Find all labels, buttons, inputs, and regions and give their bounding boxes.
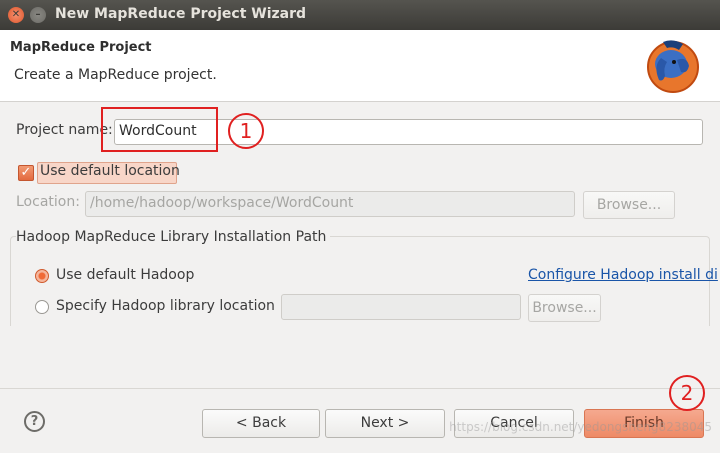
location-label: Location: [16, 194, 80, 210]
help-icon[interactable]: ? [24, 411, 45, 432]
hadoop-library-group-title: Hadoop MapReduce Library Installation Pa… [16, 229, 331, 245]
location-input[interactable]: /home/hadoop/workspace/WordCount [85, 191, 575, 217]
annotation-marker-2: 2 [669, 375, 705, 411]
location-browse-button[interactable]: Browse... [583, 191, 675, 219]
hadoop-elephant-logo-icon [647, 40, 699, 93]
use-default-location-checkbox[interactable]: ✓ [18, 165, 34, 181]
annotation-marker-1: 1 [228, 113, 264, 149]
use-default-hadoop-radio[interactable] [35, 269, 49, 283]
minimize-icon[interactable]: – [30, 7, 46, 23]
use-default-hadoop-label[interactable]: Use default Hadoop [56, 267, 194, 283]
window-title: New MapReduce Project Wizard [55, 6, 307, 22]
project-name-label: Project name: [16, 122, 113, 138]
specify-hadoop-location-radio[interactable] [35, 300, 49, 314]
use-default-location-label[interactable]: Use default location [40, 163, 180, 179]
next-button[interactable]: Next > [325, 409, 445, 438]
close-icon[interactable]: ✕ [8, 7, 24, 23]
watermark: https://blog.csdn.net/yedongsheng8238045 [449, 420, 712, 434]
wizard-header: MapReduce Project Create a MapReduce pro… [0, 30, 720, 102]
hadoop-location-browse-button[interactable]: Browse... [528, 294, 601, 322]
specify-hadoop-location-label[interactable]: Specify Hadoop library location [56, 298, 275, 314]
page-title: MapReduce Project [10, 40, 152, 55]
window-titlebar: ✕ – New MapReduce Project Wizard [0, 0, 720, 30]
configure-hadoop-link[interactable]: Configure Hadoop install di [528, 267, 718, 283]
page-description: Create a MapReduce project. [14, 67, 217, 83]
back-button[interactable]: < Back [202, 409, 320, 438]
annotation-highlight-box [101, 107, 218, 152]
hadoop-location-input[interactable] [281, 294, 521, 320]
